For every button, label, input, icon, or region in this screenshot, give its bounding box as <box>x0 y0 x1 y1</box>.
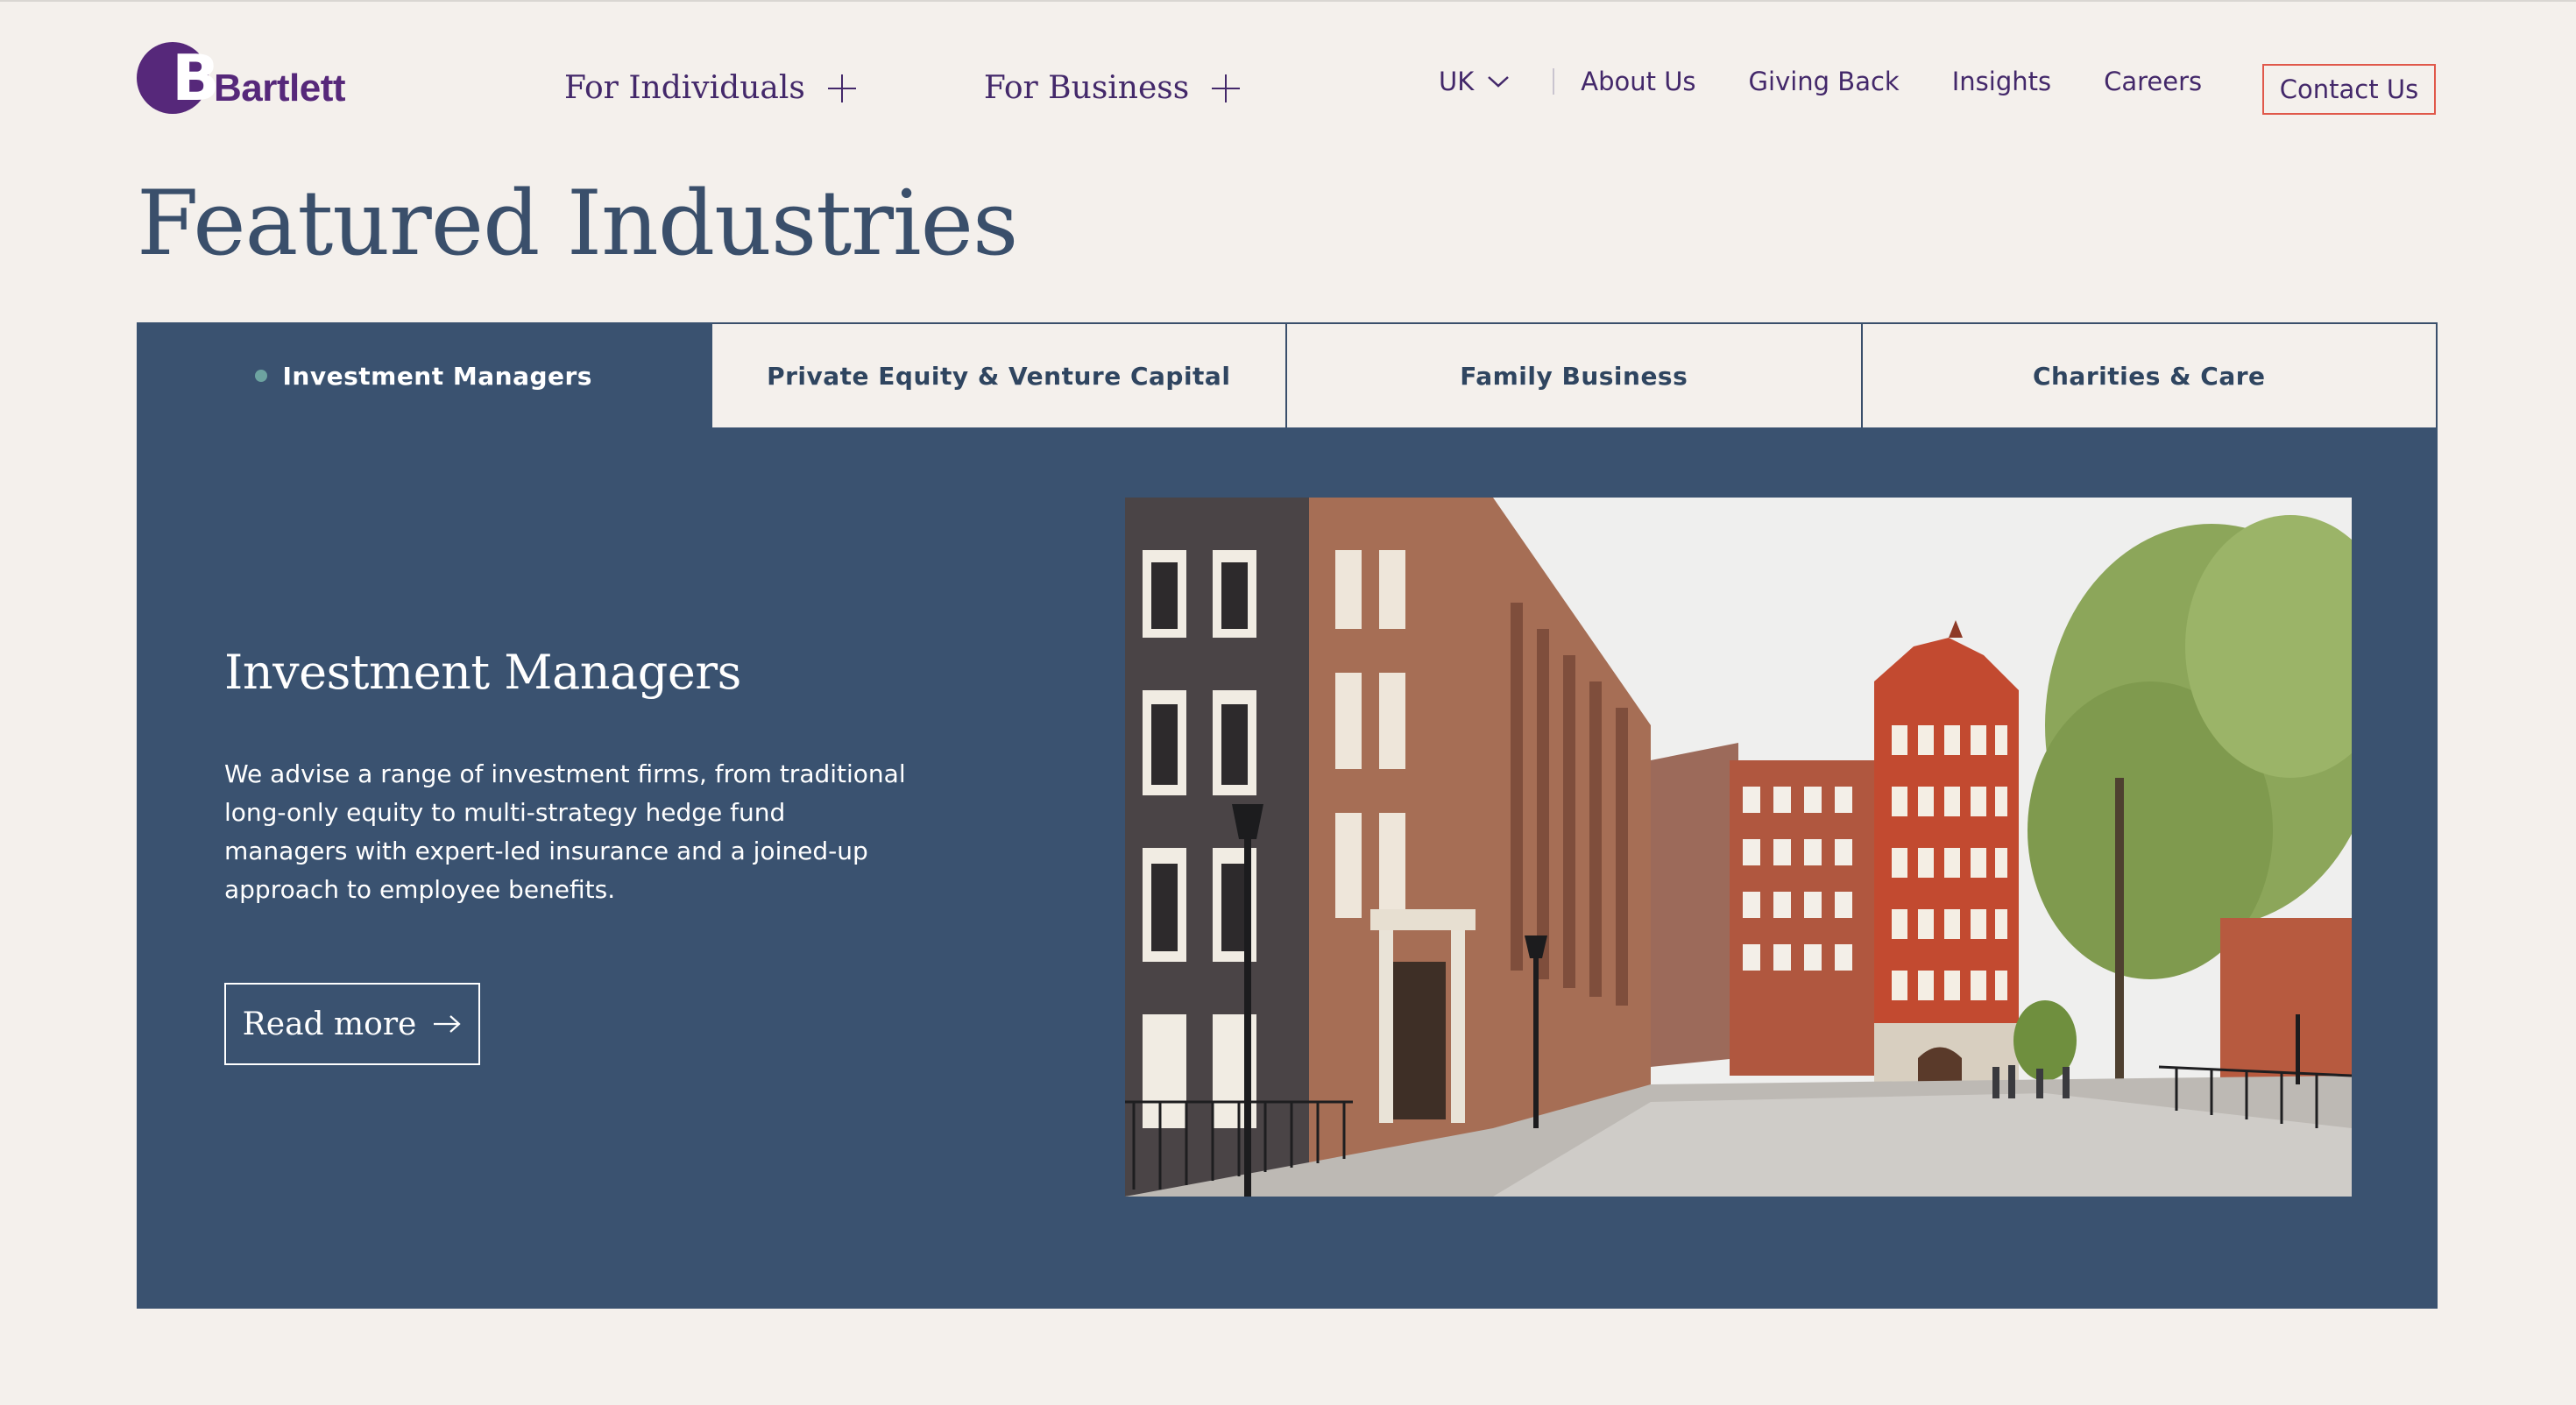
active-dot-icon <box>254 370 267 382</box>
nav-insights[interactable]: Insights <box>1952 67 2051 96</box>
region-label: UK <box>1439 67 1475 96</box>
logo-text: Bartlett <box>214 67 346 109</box>
industry-panel: Investment Managers We advise a range of… <box>137 427 2438 1309</box>
street-photo-illustration <box>1125 498 2352 1197</box>
read-more-label: Read more <box>242 1006 417 1042</box>
region-selector[interactable]: UK <box>1439 67 1511 96</box>
tab-label: Charities & Care <box>2032 361 2266 391</box>
tab-charities-care[interactable]: Charities & Care <box>1862 322 2438 429</box>
plus-icon <box>1212 74 1241 102</box>
utility-nav: UK About Us Giving Back Insights Careers <box>1439 67 2202 96</box>
nav-divider <box>1553 68 1555 95</box>
page-title: Featured Industries <box>137 172 1018 276</box>
nav-for-individuals[interactable]: For Individuals <box>564 70 856 106</box>
plus-icon <box>827 74 856 102</box>
chevron-down-icon <box>1488 76 1510 88</box>
logo-letter: B <box>172 41 220 115</box>
top-border <box>0 0 2576 2</box>
contact-us-button[interactable]: Contact Us <box>2262 64 2436 115</box>
panel-description: We advise a range of investment firms, f… <box>224 759 906 904</box>
panel-title: Investment Managers <box>224 645 741 700</box>
nav-for-individuals-label: For Individuals <box>564 70 805 106</box>
read-more-button[interactable]: Read more <box>224 983 480 1065</box>
bartlett-logo[interactable]: B Bartlett <box>137 42 346 114</box>
nav-for-business-label: For Business <box>983 70 1190 106</box>
tab-label: Investment Managers <box>282 361 592 391</box>
nav-about-us[interactable]: About Us <box>1581 67 1695 96</box>
tab-family-business[interactable]: Family Business <box>1287 322 1863 429</box>
street-photo <box>1125 498 2352 1197</box>
primary-nav: For Individuals For Business <box>564 70 1241 106</box>
nav-giving-back[interactable]: Giving Back <box>1749 67 1900 96</box>
tab-private-equity-venture-capital[interactable]: Private Equity & Venture Capital <box>711 322 1287 429</box>
arrow-right-icon <box>434 1015 461 1033</box>
industry-tabs: Investment Managers Private Equity & Ven… <box>137 322 2438 429</box>
tab-label: Family Business <box>1460 361 1688 391</box>
tab-label: Private Equity & Venture Capital <box>767 361 1231 391</box>
nav-for-business[interactable]: For Business <box>983 70 1241 106</box>
tab-investment-managers[interactable]: Investment Managers <box>137 322 712 429</box>
logo-mark-icon: B <box>137 42 220 114</box>
nav-careers[interactable]: Careers <box>2104 67 2202 96</box>
